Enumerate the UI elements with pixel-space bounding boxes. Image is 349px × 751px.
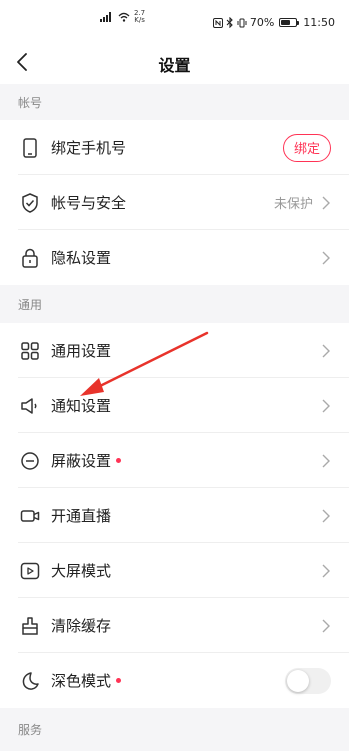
status-right: 70% 11:50 (212, 16, 335, 29)
settings-row-large-screen[interactable]: 大屏模式 (0, 543, 349, 598)
chevron-right-icon (322, 619, 330, 632)
phone-icon (20, 137, 40, 158)
speaker-icon (20, 396, 40, 416)
status-left: 2.7 K/s (100, 10, 145, 24)
status-bar: 2.7 K/s 70% 11:50 (0, 0, 349, 40)
new-badge-dot (116, 678, 122, 683)
chevron-right-icon (322, 509, 330, 522)
chevron-right-icon (322, 251, 330, 264)
settings-row-clear-cache[interactable]: 清除缓存 (0, 598, 349, 653)
row-label: 大屏模式 (51, 562, 112, 580)
bind-button[interactable]: 绑定 (282, 133, 331, 162)
row-label-text: 屏蔽设置 (51, 452, 112, 470)
chevron-right-icon (322, 399, 330, 412)
row-label: 屏蔽设置 (51, 450, 122, 471)
battery-icon (279, 18, 300, 27)
section-header-account: 帐号 (0, 84, 349, 120)
battery-fill (281, 20, 291, 25)
row-label: 帐号与安全 (51, 194, 127, 212)
moon-icon (20, 671, 40, 691)
row-label: 绑定手机号 (51, 139, 127, 157)
shield-icon (20, 192, 40, 213)
protection-status: 未保护 (273, 197, 313, 212)
broom-icon (20, 616, 40, 636)
settings-row-privacy[interactable]: 隐私设置 (0, 230, 349, 285)
settings-row-dark-mode[interactable]: 深色模式 (0, 653, 349, 708)
row-label: 开通直播 (51, 507, 112, 525)
section-title: 服务 (18, 723, 43, 737)
chevron-right-icon (322, 344, 330, 357)
new-badge-dot (116, 458, 122, 463)
lock-icon (20, 248, 40, 268)
vibrate-icon (237, 18, 247, 27)
signal-icon (100, 12, 111, 22)
wifi-icon (118, 12, 130, 22)
section-header-service: 服务 (0, 708, 349, 751)
settings-row-notifications[interactable]: 通知设置 (0, 378, 349, 433)
settings-row-blocking[interactable]: 屏蔽设置 (0, 433, 349, 488)
chevron-right-icon (322, 564, 330, 577)
toggle-knob (287, 669, 309, 692)
chevron-right-icon (322, 196, 330, 209)
row-label: 清除缓存 (51, 617, 112, 635)
row-label: 通用设置 (51, 342, 112, 360)
battery-percent: 70% (249, 16, 275, 29)
settings-row-account-security[interactable]: 帐号与安全 未保护 (0, 175, 349, 230)
grid-icon (20, 341, 40, 361)
settings-row-bind-phone[interactable]: 绑定手机号 绑定 (0, 120, 349, 175)
section-title: 帐号 (18, 95, 43, 110)
row-label: 通知设置 (51, 397, 112, 415)
header: 设置 (0, 40, 349, 84)
row-label: 隐私设置 (51, 249, 112, 267)
section-header-general: 通用 (0, 285, 349, 323)
settings-row-general[interactable]: 通用设置 (0, 323, 349, 378)
dark-mode-toggle[interactable] (285, 667, 331, 694)
chevron-right-icon (322, 454, 330, 467)
network-speed-unit: K/s (134, 16, 145, 24)
camera-icon (20, 506, 40, 526)
page-title: 设置 (158, 56, 191, 75)
clock: 11:50 (303, 16, 335, 29)
nfc-icon (212, 17, 223, 28)
block-icon (20, 451, 40, 471)
play-screen-icon (20, 561, 40, 581)
settings-row-live[interactable]: 开通直播 (0, 488, 349, 543)
bluetooth-icon (226, 17, 233, 28)
section-title: 通用 (18, 297, 43, 312)
row-label: 深色模式 (51, 670, 122, 691)
network-speed: 2.7 K/s (134, 10, 145, 24)
row-label-text: 深色模式 (51, 672, 112, 690)
